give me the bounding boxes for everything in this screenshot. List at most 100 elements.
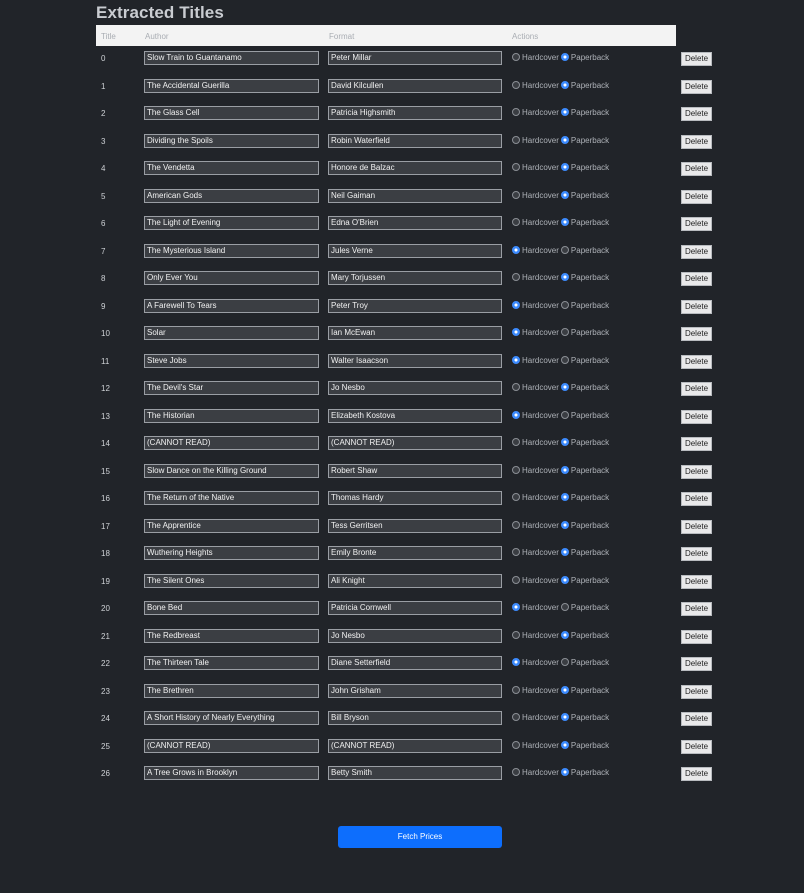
paperback-radio[interactable] (560, 300, 569, 309)
paperback-radio[interactable] (560, 575, 569, 584)
delete-button[interactable]: Delete (681, 134, 712, 149)
author-input[interactable]: Ian McEwan (328, 326, 502, 340)
hardcover-radio[interactable] (512, 658, 520, 666)
hardcover-radio[interactable] (512, 383, 520, 391)
title-input[interactable]: The Apprentice (144, 518, 319, 533)
delete-button[interactable]: Delete (681, 602, 712, 616)
author-input[interactable]: Elizabeth Kostova (328, 408, 502, 423)
title-input[interactable]: Wuthering Heights (144, 546, 319, 560)
hardcover-radio[interactable] (512, 713, 520, 721)
title-input[interactable]: Slow Train to Guantanamo (144, 51, 319, 65)
paperback-radio[interactable] (560, 163, 569, 171)
delete-button[interactable]: Delete (681, 244, 712, 259)
paperback-radio[interactable] (560, 658, 569, 666)
hardcover-radio[interactable] (512, 328, 520, 336)
author-input[interactable]: Diane Setterfield (328, 656, 502, 670)
paperback-radio[interactable] (560, 80, 569, 89)
paperback-radio[interactable] (560, 713, 569, 721)
title-input[interactable]: The Return of the Native (144, 491, 319, 505)
title-input[interactable]: A Short History of Nearly Everything (144, 711, 319, 725)
hardcover-radio[interactable] (512, 53, 520, 61)
author-input[interactable]: Ali Knight (328, 573, 502, 588)
paperback-radio[interactable] (560, 53, 569, 61)
hardcover-radio[interactable] (512, 190, 520, 199)
author-input[interactable]: Patricia Cornwell (328, 601, 502, 615)
delete-button[interactable]: Delete (681, 437, 712, 451)
delete-button[interactable]: Delete (681, 272, 712, 286)
title-input[interactable]: The Mysterious Island (144, 243, 319, 258)
title-input[interactable]: (CANNOT READ) (144, 436, 319, 450)
delete-button[interactable]: Delete (681, 327, 712, 341)
author-input[interactable]: Jo Nesbo (328, 628, 502, 643)
author-input[interactable]: (CANNOT READ) (328, 436, 502, 450)
title-input[interactable]: A Tree Grows in Brooklyn (144, 766, 319, 780)
author-input[interactable]: Jo Nesbo (328, 381, 502, 395)
title-input[interactable]: A Farewell To Tears (144, 298, 319, 313)
author-input[interactable]: Bill Bryson (328, 711, 502, 725)
hardcover-radio[interactable] (512, 548, 520, 556)
author-input[interactable]: Tess Gerritsen (328, 518, 502, 533)
delete-button[interactable]: Delete (681, 712, 712, 726)
delete-button[interactable]: Delete (681, 739, 712, 754)
hardcover-radio[interactable] (512, 740, 520, 749)
title-input[interactable]: Slow Dance on the Killing Ground (144, 463, 319, 478)
paperback-radio[interactable] (560, 218, 569, 226)
paperback-radio[interactable] (560, 383, 569, 391)
delete-button[interactable]: Delete (681, 299, 712, 314)
author-input[interactable]: Robin Waterfield (328, 133, 502, 148)
author-input[interactable]: Edna O'Brien (328, 216, 502, 230)
hardcover-radio[interactable] (512, 300, 520, 309)
hardcover-radio[interactable] (512, 218, 520, 226)
paperback-radio[interactable] (560, 108, 569, 116)
title-input[interactable]: Solar (144, 326, 319, 340)
hardcover-radio[interactable] (512, 603, 520, 611)
delete-button[interactable]: Delete (681, 492, 712, 506)
delete-button[interactable]: Delete (681, 217, 712, 231)
paperback-radio[interactable] (560, 410, 569, 419)
paperback-radio[interactable] (560, 548, 569, 556)
paperback-radio[interactable] (560, 438, 569, 446)
author-input[interactable]: Mary Torjussen (328, 271, 502, 285)
title-input[interactable]: The Brethren (144, 683, 319, 698)
delete-button[interactable]: Delete (681, 107, 712, 121)
delete-button[interactable]: Delete (681, 629, 712, 644)
title-input[interactable]: The Silent Ones (144, 573, 319, 588)
fetch-prices-button[interactable]: Fetch Prices (338, 826, 502, 848)
title-input[interactable]: The Thirteen Tale (144, 656, 319, 670)
paperback-radio[interactable] (560, 603, 569, 611)
author-input[interactable]: Emily Bronte (328, 546, 502, 560)
paperback-radio[interactable] (560, 245, 569, 254)
author-input[interactable]: Patricia Highsmith (328, 106, 502, 120)
delete-button[interactable]: Delete (681, 52, 712, 66)
hardcover-radio[interactable] (512, 273, 520, 281)
hardcover-radio[interactable] (512, 575, 520, 584)
title-input[interactable]: The Light of Evening (144, 216, 319, 230)
title-input[interactable]: The Historian (144, 408, 319, 423)
paperback-radio[interactable] (560, 355, 569, 364)
title-input[interactable]: The Redbreast (144, 628, 319, 643)
author-input[interactable]: Thomas Hardy (328, 491, 502, 505)
author-input[interactable]: Peter Millar (328, 51, 502, 65)
author-input[interactable]: Honore de Balzac (328, 161, 502, 175)
author-input[interactable]: (CANNOT READ) (328, 738, 502, 753)
hardcover-radio[interactable] (512, 108, 520, 116)
paperback-radio[interactable] (560, 493, 569, 501)
hardcover-radio[interactable] (512, 630, 520, 639)
delete-button[interactable]: Delete (681, 519, 712, 534)
author-input[interactable]: Jules Verne (328, 243, 502, 258)
hardcover-radio[interactable] (512, 135, 520, 144)
author-input[interactable]: David Kilcullen (328, 78, 502, 93)
author-input[interactable]: Robert Shaw (328, 463, 502, 478)
hardcover-radio[interactable] (512, 768, 520, 776)
paperback-radio[interactable] (560, 685, 569, 694)
title-input[interactable]: The Vendetta (144, 161, 319, 175)
title-input[interactable]: American Gods (144, 188, 319, 203)
paperback-radio[interactable] (560, 630, 569, 639)
paperback-radio[interactable] (560, 768, 569, 776)
delete-button[interactable]: Delete (681, 574, 712, 589)
hardcover-radio[interactable] (512, 520, 520, 529)
hardcover-radio[interactable] (512, 410, 520, 419)
hardcover-radio[interactable] (512, 163, 520, 171)
hardcover-radio[interactable] (512, 465, 520, 474)
hardcover-radio[interactable] (512, 245, 520, 254)
